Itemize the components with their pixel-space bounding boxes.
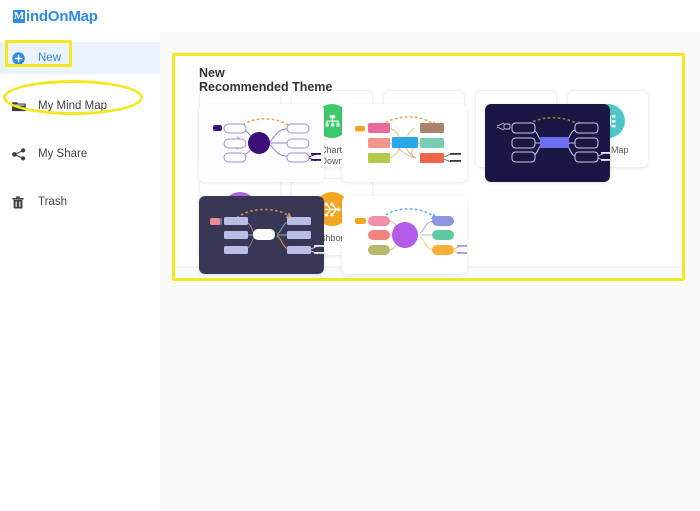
app-root: M indOnMap New My Mind Map My Share Tras… (0, 0, 700, 511)
theme-card-dark-navy[interactable] (485, 104, 610, 182)
share-icon (12, 145, 32, 163)
plus-circle-icon (12, 49, 32, 67)
recommended-theme-title: Recommended Theme (199, 80, 333, 94)
theme-card-dark-slate[interactable] (199, 196, 324, 274)
sidebar: New My Mind Map My Share Trash (0, 32, 161, 511)
sidebar-item-my-share-label: My Share (38, 148, 88, 160)
sidebar-item-my-mind-map[interactable]: My Mind Map (0, 90, 160, 122)
new-panel-title: New (199, 66, 225, 80)
sidebar-item-new[interactable]: New (0, 42, 160, 74)
sidebar-item-trash[interactable]: Trash (0, 186, 160, 218)
logo-mark-letter: M (13, 9, 25, 22)
sidebar-item-my-share[interactable]: My Share (0, 138, 160, 170)
theme-card-pastel-circle[interactable] (342, 196, 467, 274)
app-logo[interactable]: M indOnMap (13, 8, 98, 25)
main-content: New MindMap (160, 32, 700, 511)
recommended-theme-grid (199, 104, 679, 274)
app-header: M indOnMap (0, 0, 700, 33)
sidebar-item-my-mind-map-label: My Mind Map (38, 100, 108, 112)
theme-card-light-purple[interactable] (199, 104, 324, 182)
sidebar-item-trash-label: Trash (38, 196, 67, 208)
logo-text: indOnMap (26, 7, 98, 25)
trash-icon (12, 193, 32, 211)
folder-icon (12, 97, 32, 115)
logo-mark-icon: M (13, 9, 25, 23)
theme-card-colorful-blocks[interactable] (342, 104, 467, 182)
sidebar-item-new-label: New (38, 52, 62, 64)
